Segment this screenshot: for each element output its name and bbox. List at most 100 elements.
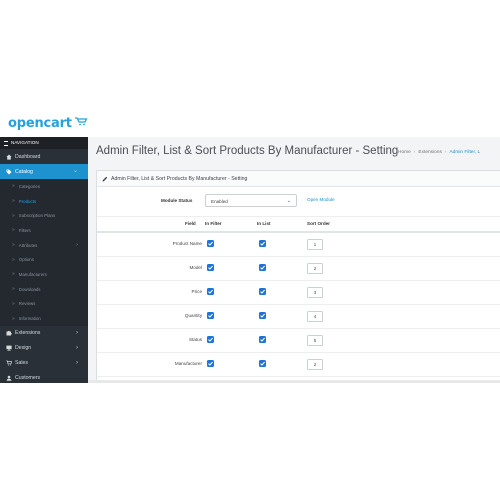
double-chevron-icon: »	[12, 315, 15, 322]
sidebar-item-design[interactable]: Design ›	[0, 341, 88, 356]
sidebar-item-label: Design	[15, 345, 32, 352]
field-name: Manufacturer	[174, 361, 202, 366]
sidebar-item-label: Dashboard	[15, 153, 41, 160]
double-chevron-icon: »	[12, 183, 15, 190]
in-list-checkbox[interactable]	[259, 360, 266, 367]
sidebar-subitem-reviews[interactable]: » Reviews	[0, 296, 88, 312]
sort-order-input[interactable]: 1	[307, 239, 323, 250]
open-module-link[interactable]: Open Module	[307, 197, 335, 202]
in-filter-checkbox[interactable]	[207, 288, 214, 295]
in-filter-checkbox[interactable]	[207, 360, 214, 367]
double-chevron-icon: »	[12, 300, 15, 307]
table-header: Field In Filter In List Sort Order	[97, 216, 500, 233]
nav-header: NAVIGATION	[0, 137, 88, 149]
module-status-value: Enabled	[211, 199, 228, 204]
sort-order-input[interactable]: 2	[307, 359, 323, 370]
user-icon	[6, 375, 12, 382]
double-chevron-icon: »	[12, 256, 15, 263]
table-row: Product Name 1	[97, 233, 500, 257]
sidebar-item-catalog[interactable]: Catalog ⌄	[0, 164, 88, 179]
sidebar-item-label: Extensions	[15, 330, 41, 337]
sidebar-subitem-label: Downloads	[18, 286, 41, 292]
double-chevron-icon: »	[12, 198, 15, 205]
settings-panel: Admin Filter, List & Sort Products By Ma…	[96, 170, 500, 382]
sort-order-input[interactable]: 4	[307, 311, 323, 322]
sidebar-item-customers[interactable]: Customers	[0, 371, 88, 383]
sidebar-subitem-label: Options	[18, 257, 34, 263]
footer-divider	[88, 380, 500, 383]
logo-text: opencart	[8, 116, 72, 131]
sidebar-item-dashboard[interactable]: Dashboard	[0, 149, 88, 164]
double-chevron-icon: »	[12, 212, 15, 219]
breadcrumb-home[interactable]: Home	[398, 150, 411, 155]
double-chevron-icon: »	[12, 242, 15, 249]
sidebar-subitem-subscription-plans[interactable]: » Subscription Plans	[0, 208, 88, 224]
double-chevron-icon: »	[12, 271, 15, 278]
breadcrumb-separator-icon: ›	[413, 150, 416, 155]
sidebar-subitem-downloads[interactable]: » Downloads	[0, 281, 88, 297]
chevron-right-icon: ›	[76, 359, 78, 366]
sidebar-item-label: Sales	[15, 360, 28, 367]
opencart-logo[interactable]: opencart	[8, 116, 88, 131]
sort-order-input[interactable]: 5	[307, 335, 323, 346]
module-status-select[interactable]: Enabled ⌄	[205, 194, 297, 207]
sidebar-subitem-label: Products	[18, 198, 37, 204]
pencil-icon	[102, 176, 108, 181]
cart-icon	[6, 360, 12, 366]
sidebar-subitem-label: Categories	[18, 183, 41, 189]
in-list-checkbox[interactable]	[259, 312, 266, 319]
sidebar-item-sales[interactable]: Sales ›	[0, 356, 88, 371]
sort-order-input[interactable]: 2	[307, 263, 323, 274]
table-row: Price 3	[97, 281, 500, 305]
module-status-label: Module Status	[161, 198, 193, 203]
sidebar-subitem-manufacturers[interactable]: » Manufacturers	[0, 267, 88, 282]
chevron-right-icon: ›	[76, 329, 78, 336]
sidebar-subitem-label: Subscription Plans	[18, 213, 56, 219]
sort-order-input[interactable]: 3	[307, 287, 323, 298]
breadcrumb-extensions[interactable]: Extensions	[418, 150, 441, 155]
in-list-checkbox[interactable]	[259, 240, 266, 247]
sidebar-item-label: Customers	[15, 375, 41, 382]
breadcrumb-current[interactable]: Admin Filter, L	[449, 150, 480, 155]
dashboard-icon	[6, 154, 12, 160]
sidebar-item-label: Catalog	[15, 168, 33, 175]
in-filter-checkbox[interactable]	[207, 264, 214, 271]
field-name: Product Name	[172, 241, 202, 246]
sidebar-subitem-options[interactable]: » Options	[0, 252, 88, 268]
in-filter-checkbox[interactable]	[207, 312, 214, 319]
sidebar-item-extensions[interactable]: Extensions ›	[0, 326, 88, 341]
in-list-checkbox[interactable]	[259, 288, 266, 295]
menu-icon[interactable]	[4, 140, 8, 146]
column-header-in-filter: In Filter	[205, 221, 222, 226]
table-row: Model 2	[97, 257, 500, 281]
sidebar-subitem-products[interactable]: » Products	[0, 193, 88, 209]
chevron-right-icon: ›	[76, 241, 78, 248]
page-title: Admin Filter, List & Sort Products By Ma…	[96, 145, 399, 157]
main-content: Admin Filter, List & Sort Products By Ma…	[88, 137, 500, 383]
panel-heading-text: Admin Filter, List & Sort Products By Ma…	[111, 175, 248, 182]
field-name: Status	[188, 337, 202, 342]
chevron-down-icon: ⌄	[286, 198, 291, 204]
field-name: Price	[191, 289, 202, 294]
monitor-icon	[6, 345, 12, 351]
sidebar-subitem-filters[interactable]: » Filters	[0, 223, 88, 238]
sidebar: NAVIGATION Dashboard Catalog ⌄ » Categor…	[0, 137, 88, 383]
breadcrumb: Home › Extensions › Admin Filter, L	[398, 150, 480, 155]
sidebar-subitem-categories[interactable]: » Categories	[0, 179, 88, 194]
breadcrumb-separator-icon: ›	[444, 150, 447, 155]
sidebar-subitem-attributes[interactable]: » Attributes ›	[0, 237, 88, 253]
tag-icon	[6, 169, 12, 175]
sidebar-subitem-label: Manufacturers	[18, 271, 47, 277]
sidebar-subitem-label: Attributes	[18, 242, 38, 248]
sidebar-subitem-information[interactable]: » Information	[0, 311, 88, 326]
nav-header-label: NAVIGATION	[11, 140, 39, 145]
chevron-right-icon: ›	[76, 344, 78, 351]
in-filter-checkbox[interactable]	[207, 336, 214, 343]
double-chevron-icon: »	[12, 227, 15, 234]
table-row: Quantity 4	[97, 305, 500, 329]
column-header-field: Field	[185, 221, 196, 226]
sidebar-subitem-label: Information	[18, 316, 41, 322]
in-filter-checkbox[interactable]	[207, 240, 214, 247]
in-list-checkbox[interactable]	[259, 336, 266, 343]
in-list-checkbox[interactable]	[259, 264, 266, 271]
